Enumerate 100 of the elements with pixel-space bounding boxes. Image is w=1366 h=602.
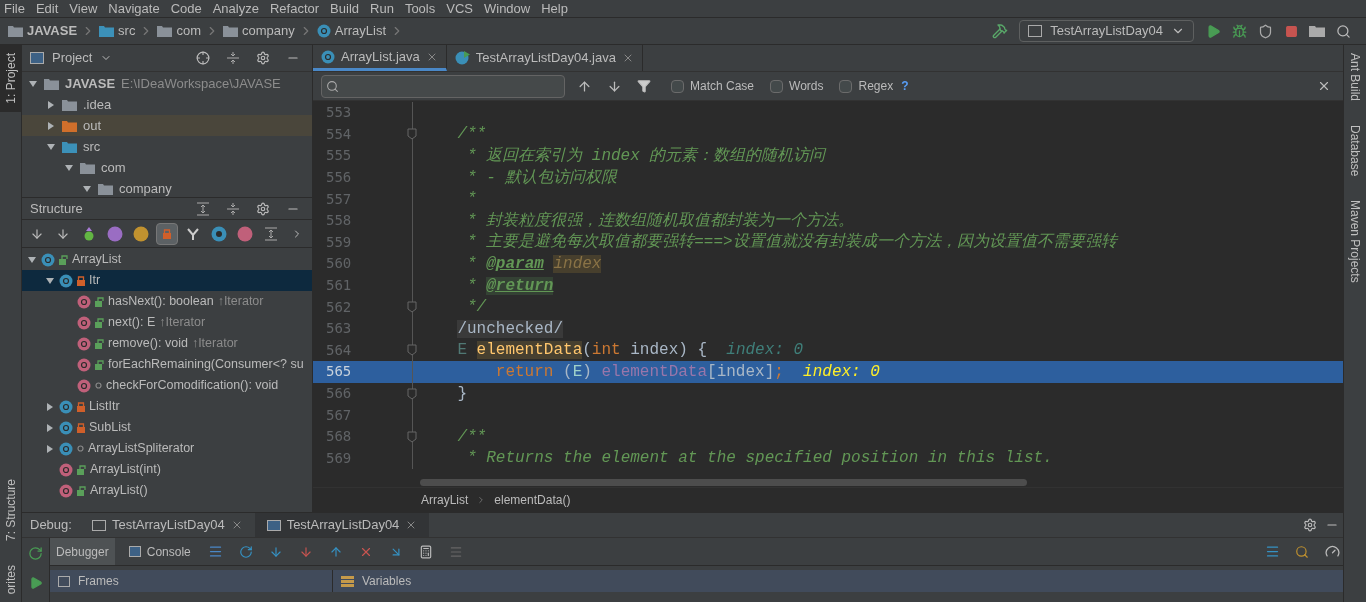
menu-item[interactable]: Run	[370, 0, 394, 17]
collapsed-arrow-icon[interactable]	[45, 401, 55, 412]
tree-detail: ↑Iterator	[217, 293, 264, 311]
tree-item[interactable]: remove(): void ↑Iterator	[22, 333, 312, 354]
menu-item[interactable]: Refactor	[269, 0, 320, 17]
fold-marker-icon[interactable]	[407, 301, 417, 314]
menu-item[interactable]: File	[4, 0, 25, 17]
fold-marker-icon[interactable]	[407, 387, 417, 400]
tool-window-tab[interactable]: Ant Build	[1344, 45, 1366, 110]
tree-item[interactable]: checkForComodification(): void	[22, 375, 312, 396]
collapsed-arrow-icon[interactable]	[45, 443, 55, 454]
tree-label: hasNext(): boolean	[108, 293, 214, 311]
expanded-arrow-icon[interactable]	[27, 254, 37, 265]
expanded-arrow-icon[interactable]	[82, 183, 92, 194]
line-number: 560	[325, 254, 353, 274]
horizontal-scrollbar[interactable]	[420, 479, 1027, 486]
option-checkbox[interactable]: Words	[770, 77, 824, 95]
dot-icon	[95, 382, 102, 389]
tree-item[interactable]: .idea	[22, 94, 312, 115]
debug-tab[interactable]: TestArrayListDay04	[254, 513, 430, 537]
tree-label: ArrayList	[72, 251, 122, 269]
breadcrumb-item[interactable]: elementData()	[494, 491, 571, 509]
option-checkbox[interactable]: Match Case	[671, 77, 755, 95]
breadcrumb-item[interactable]: ArrayList	[334, 21, 387, 41]
tree-item[interactable]: ArrayList(int)	[22, 459, 312, 480]
run-configuration-dropdown[interactable]: TestArrayListDay04	[1019, 20, 1194, 42]
code-line: /**	[456, 426, 487, 448]
code-line: * 主要是避免每次取值都要强转===>设置值就没有封装成一个方法，因为设置值不需要强转	[466, 231, 1117, 254]
tree-item[interactable]: next(): E ↑Iterator	[22, 312, 312, 333]
breadcrumb-item[interactable]: JAVASE	[27, 21, 78, 41]
tool-window-tab[interactable]: 1: Project	[0, 45, 22, 112]
tree-item[interactable]: SubList	[22, 417, 312, 438]
help-link[interactable]: ?	[901, 77, 909, 95]
menu-item[interactable]: Tools	[404, 0, 436, 17]
tool-window-tab[interactable]: Maven Projects	[1344, 192, 1366, 292]
breadcrumb-item[interactable]: com	[176, 21, 201, 41]
tree-item[interactable]: Itr	[22, 270, 312, 291]
menu-item[interactable]: Build	[330, 0, 359, 17]
debug-tab[interactable]: TestArrayListDay04	[79, 513, 255, 537]
search-field[interactable]	[321, 74, 565, 98]
breadcrumb-item[interactable]: company	[242, 21, 295, 41]
menu-item[interactable]: VCS	[446, 0, 473, 17]
list-icon	[341, 575, 354, 587]
package-folder-icon	[157, 25, 173, 37]
menu-item[interactable]: Help	[541, 0, 568, 17]
class-icon	[321, 49, 335, 64]
menu-item[interactable]: Window	[483, 0, 531, 17]
tree-label: src	[83, 137, 101, 156]
tree-label: SubList	[89, 419, 131, 437]
tree-item[interactable]: hasNext(): boolean ↑Iterator	[22, 291, 312, 312]
breadcrumb-item[interactable]: src	[118, 21, 136, 41]
menu-item[interactable]: Code	[170, 0, 202, 17]
tree-item[interactable]: ListItr	[22, 396, 312, 417]
collapsed-arrow-icon[interactable]	[45, 422, 55, 433]
collapsed-arrow-icon[interactable]	[46, 120, 56, 131]
code-line: */	[466, 297, 487, 319]
editor-tab[interactable]: TestArrayListDay04.java	[446, 45, 643, 71]
fold-marker-icon[interactable]	[407, 344, 417, 357]
tree-item[interactable]: com	[22, 157, 312, 178]
method-icon	[77, 378, 91, 393]
tree-item[interactable]: forEachRemaining(Consumer<? su	[22, 354, 312, 375]
tree-item[interactable]: src	[22, 136, 312, 157]
panel-icon	[30, 52, 44, 64]
fold-marker-icon[interactable]	[407, 430, 417, 443]
lock-toggle[interactable]	[156, 222, 178, 245]
option-checkbox[interactable]: Regex	[839, 77, 894, 95]
tree-detail: ↑Iterator	[159, 314, 206, 332]
debugger-tab[interactable]: Console	[122, 538, 197, 565]
method-icon	[77, 294, 91, 309]
menu-item[interactable]: View	[69, 0, 98, 17]
tree-item[interactable]: ArrayList()	[22, 480, 312, 501]
menu-item[interactable]: Edit	[35, 0, 59, 17]
line-number: 559	[325, 232, 353, 252]
tool-window-tab[interactable]: orites	[0, 556, 22, 602]
menu-item[interactable]: Analyze	[212, 0, 259, 17]
expanded-arrow-icon[interactable]	[45, 275, 55, 286]
fold-marker-icon[interactable]	[407, 128, 417, 141]
tree-item[interactable]: ArrayList	[22, 249, 312, 270]
tree-item[interactable]: company	[22, 178, 312, 197]
menu-item[interactable]: Navigate	[108, 0, 160, 17]
tool-window-tab[interactable]: Database	[1344, 117, 1366, 185]
expanded-arrow-icon[interactable]	[64, 162, 74, 173]
tree-item[interactable]: ArrayListSpliterator	[22, 438, 312, 459]
tree-item[interactable]: JAVASE E:\IDeaWorkspace\JAVASE	[22, 73, 312, 94]
window-icon	[1028, 25, 1043, 37]
section-header: Frames	[78, 573, 119, 590]
line-number: 568	[325, 427, 353, 447]
code-line: E elementData(int index) { index: 0	[456, 340, 804, 362]
line-number: 555	[325, 146, 353, 166]
debugger-tab[interactable]: Debugger	[50, 538, 115, 565]
breadcrumb-item[interactable]: ArrayList	[421, 491, 469, 509]
expanded-arrow-icon[interactable]	[28, 78, 38, 89]
line-number: 564	[325, 340, 353, 360]
tree-path: E:\IDeaWorkspace\JAVASE	[121, 74, 281, 93]
expanded-arrow-icon[interactable]	[46, 141, 56, 152]
tree-item[interactable]: out	[22, 115, 312, 136]
tool-window-tab[interactable]: 7: Structure	[0, 470, 22, 549]
folder-icon	[62, 98, 77, 111]
line-number: 556	[325, 168, 353, 188]
collapsed-arrow-icon[interactable]	[46, 99, 56, 110]
